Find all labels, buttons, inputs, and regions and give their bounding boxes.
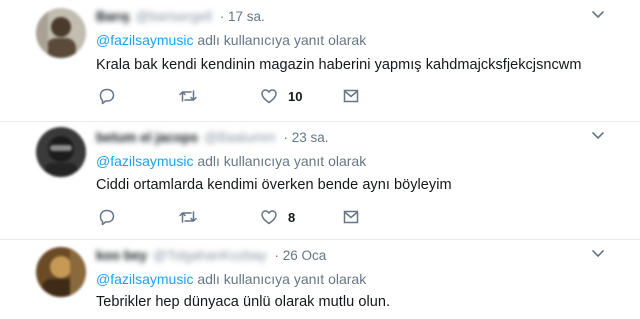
tweet-text: Ciddi ortamlarda kendimi överken bende a…	[96, 177, 452, 193]
like-count: 8	[288, 209, 296, 225]
avatar[interactable]	[36, 127, 86, 177]
timestamp[interactable]: · 23 sa.	[284, 130, 329, 145]
tweet-actions: 8	[98, 207, 388, 227]
like-button[interactable]: 10	[260, 86, 302, 106]
reply-timeline: Barış @barisergell · 17 sa. @fazilsaymus…	[0, 0, 640, 319]
display-name[interactable]: koo bey	[96, 248, 147, 263]
reply-context-text: adlı kullanıcıya yanıt olarak	[193, 32, 367, 48]
tweet-item[interactable]: koo bey @TolgahanKozbay · 26 Oca @fazils…	[0, 239, 640, 319]
retweet-button[interactable]	[178, 207, 198, 227]
tweet-header: koo bey @TolgahanKozbay · 26 Oca	[96, 246, 326, 264]
reply-context-text: adlı kullanıcıya yanıt olarak	[193, 153, 367, 169]
retweet-icon	[179, 90, 197, 102]
tweet-text: Tebrikler hep dünyaca ünlü olarak mutlu …	[96, 294, 391, 310]
reply-button[interactable]	[98, 207, 116, 227]
reply-icon	[99, 88, 115, 105]
reply-button[interactable]	[98, 86, 116, 106]
direct-message-button[interactable]	[342, 86, 360, 106]
heart-icon	[261, 210, 277, 225]
user-handle[interactable]: @barisergell	[136, 9, 212, 24]
timestamp[interactable]: · 17 sa.	[220, 9, 265, 24]
tweet-item[interactable]: betum el jacops @Baatumm · 23 sa. @fazil…	[0, 121, 640, 240]
direct-message-button[interactable]	[342, 207, 360, 227]
tweet-header: betum el jacops @Baatumm · 23 sa.	[96, 128, 329, 146]
reply-context: @fazilsaymusic adlı kullanıcıya yanıt ol…	[96, 271, 366, 287]
retweet-icon	[179, 211, 197, 223]
reply-context: @fazilsaymusic adlı kullanıcıya yanıt ol…	[96, 32, 366, 48]
chevron-down-icon[interactable]	[590, 247, 606, 261]
heart-icon	[261, 89, 277, 104]
retweet-button[interactable]	[178, 86, 198, 106]
reply-icon	[99, 209, 115, 226]
like-count: 10	[288, 88, 303, 104]
avatar[interactable]	[36, 8, 86, 58]
chevron-down-icon[interactable]	[590, 129, 606, 143]
like-button[interactable]: 8	[260, 207, 295, 227]
avatar[interactable]	[36, 247, 86, 297]
chevron-down-icon[interactable]	[590, 8, 606, 22]
user-handle[interactable]: @Baatumm	[204, 130, 275, 145]
display-name[interactable]: Barış	[96, 9, 130, 24]
tweet-text: Krala bak kendi kendinin magazin haberin…	[96, 57, 582, 73]
tweet-actions: 10	[98, 86, 388, 106]
reply-context-text: adlı kullanıcıya yanıt olarak	[193, 271, 367, 287]
tweet-header: Barış @barisergell · 17 sa.	[96, 7, 265, 25]
mention-link[interactable]: @fazilsaymusic	[96, 153, 193, 169]
mention-link[interactable]: @fazilsaymusic	[96, 271, 193, 287]
user-handle[interactable]: @TolgahanKozbay	[153, 248, 267, 263]
display-name[interactable]: betum el jacops	[96, 130, 198, 145]
envelope-icon	[343, 89, 359, 103]
reply-context: @fazilsaymusic adlı kullanıcıya yanıt ol…	[96, 153, 366, 169]
envelope-icon	[343, 210, 359, 224]
timestamp[interactable]: · 26 Oca	[275, 248, 327, 263]
tweet-item[interactable]: Barış @barisergell · 17 sa. @fazilsaymus…	[0, 0, 640, 122]
mention-link[interactable]: @fazilsaymusic	[96, 32, 193, 48]
